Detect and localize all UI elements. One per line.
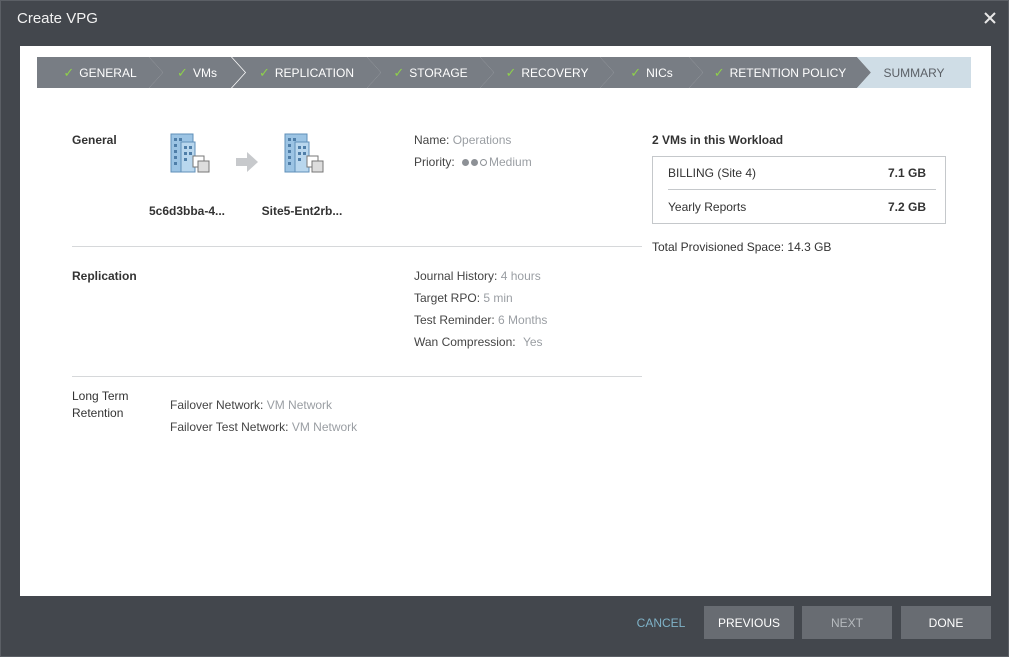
target-site-name: Site5-Ent2rb... bbox=[261, 204, 343, 218]
general-heading: General bbox=[72, 133, 117, 147]
wan-compression-value: Yes bbox=[522, 335, 543, 349]
workload-heading: 2 VMs in this Workload bbox=[652, 133, 784, 147]
close-icon[interactable] bbox=[982, 10, 998, 26]
target-rpo-row: Target RPO: 5 min bbox=[414, 291, 513, 305]
title-bar: Create VPG bbox=[1, 1, 1008, 39]
workload-list: BILLING (Site 4) 7.1 GB Yearly Reports 7… bbox=[652, 156, 946, 224]
source-site-icon bbox=[170, 133, 210, 173]
step-recovery[interactable]: ✓ RECOVERY bbox=[480, 57, 614, 88]
target-rpo-label: Target RPO: bbox=[414, 291, 481, 305]
wizard-steps: ✓ GENERAL ✓ VMs ✓ REPLICATION ✓ STORAGE ✓ REC… bbox=[37, 57, 971, 88]
priority-indicator bbox=[462, 155, 489, 169]
vm-name: Yearly Reports bbox=[668, 199, 747, 214]
test-reminder-value: 6 Months bbox=[498, 313, 548, 327]
vm-name: BILLING (Site 4) bbox=[668, 166, 757, 180]
step-replication[interactable]: ✓ REPLICATION bbox=[232, 57, 381, 88]
check-icon: ✓ bbox=[63, 64, 75, 80]
step-label: NICs bbox=[646, 65, 673, 80]
test-reminder-label: Test Reminder: bbox=[414, 313, 495, 327]
divider bbox=[72, 376, 642, 377]
journal-history-label: Journal History: bbox=[414, 269, 498, 283]
priority-value: Medium bbox=[489, 155, 532, 169]
target-site-icon bbox=[284, 133, 324, 173]
step-label: RETENTION POLICY bbox=[729, 65, 847, 80]
failover-test-network-row: Failover Test Network: VM Network bbox=[170, 420, 357, 434]
journal-history-row: Journal History: 4 hours bbox=[414, 269, 541, 283]
check-icon: ✓ bbox=[258, 64, 270, 80]
previous-button[interactable]: PREVIOUS bbox=[704, 606, 794, 639]
step-label: REPLICATION bbox=[274, 65, 355, 80]
step-label: RECOVERY bbox=[521, 65, 589, 80]
check-icon: ✓ bbox=[505, 64, 517, 80]
divider bbox=[72, 246, 642, 247]
name-row: Name: Operations bbox=[414, 133, 511, 147]
arrow-right-icon bbox=[236, 152, 258, 172]
name-value: Operations bbox=[452, 133, 512, 147]
step-label: SUMMARY bbox=[883, 65, 945, 80]
priority-dot bbox=[462, 159, 470, 167]
retention-heading-line1: Long Term bbox=[72, 389, 129, 403]
step-retention-policy[interactable]: ✓ RETENTION POLICY bbox=[689, 57, 871, 88]
failover-network-value: VM Network bbox=[266, 398, 333, 412]
check-icon: ✓ bbox=[713, 64, 725, 80]
target-rpo-value: 5 min bbox=[483, 291, 513, 305]
check-icon: ✓ bbox=[630, 64, 642, 80]
check-icon: ✓ bbox=[177, 64, 188, 80]
wizard-content: ✓ GENERAL ✓ VMs ✓ REPLICATION ✓ STORAGE ✓ REC… bbox=[20, 46, 991, 596]
wan-compression-label: Wan Compression: bbox=[414, 335, 516, 349]
dialog-title: Create VPG bbox=[17, 10, 98, 27]
step-general[interactable]: ✓ GENERAL bbox=[37, 57, 163, 88]
step-storage[interactable]: ✓ STORAGE bbox=[367, 57, 494, 88]
step-label: STORAGE bbox=[409, 65, 468, 80]
check-icon: ✓ bbox=[393, 64, 405, 80]
priority-dot bbox=[480, 159, 488, 167]
step-label: GENERAL bbox=[79, 65, 137, 80]
replication-heading: Replication bbox=[72, 269, 137, 283]
source-site-name: 5c6d3bba-4... bbox=[148, 204, 226, 218]
priority-label: Priority: bbox=[414, 155, 455, 169]
cancel-button[interactable]: CANCEL bbox=[631, 606, 691, 639]
name-label: Name: bbox=[414, 133, 450, 147]
create-vpg-dialog: Create VPG ✓ GENERAL ✓ VMs ✓ REPLICATION ✓ S… bbox=[0, 0, 1009, 657]
failover-network-label: Failover Network: bbox=[170, 398, 264, 412]
test-reminder-row: Test Reminder: 6 Months bbox=[414, 313, 547, 327]
workload-row: Yearly Reports 7.2 GB bbox=[668, 190, 936, 223]
failover-test-network-label: Failover Test Network: bbox=[170, 420, 289, 434]
vm-size: 7.2 GB bbox=[887, 199, 926, 214]
failover-network-row: Failover Network: VM Network bbox=[170, 398, 332, 412]
total-provisioned-space: Total Provisioned Space: 14.3 GB bbox=[652, 240, 832, 254]
priority-row: Priority: Medium bbox=[414, 155, 532, 169]
step-nics[interactable]: ✓ NICs bbox=[600, 57, 703, 88]
failover-test-network-value: VM Network bbox=[291, 420, 358, 434]
step-summary[interactable]: SUMMARY bbox=[857, 57, 971, 88]
done-button[interactable]: DONE bbox=[901, 606, 991, 639]
next-button[interactable]: NEXT bbox=[802, 606, 892, 639]
step-vms[interactable]: ✓ VMs bbox=[149, 57, 245, 88]
journal-history-value: 4 hours bbox=[500, 269, 541, 283]
workload-row: BILLING (Site 4) 7.1 GB bbox=[668, 157, 936, 190]
retention-heading-line2: Retention bbox=[72, 406, 124, 420]
retention-heading: Long Term Retention bbox=[72, 388, 128, 422]
priority-dot bbox=[471, 159, 479, 167]
wan-compression-row: Wan Compression: Yes bbox=[414, 335, 543, 349]
vm-size: 7.1 GB bbox=[887, 166, 926, 180]
step-label: VMs bbox=[192, 65, 217, 80]
